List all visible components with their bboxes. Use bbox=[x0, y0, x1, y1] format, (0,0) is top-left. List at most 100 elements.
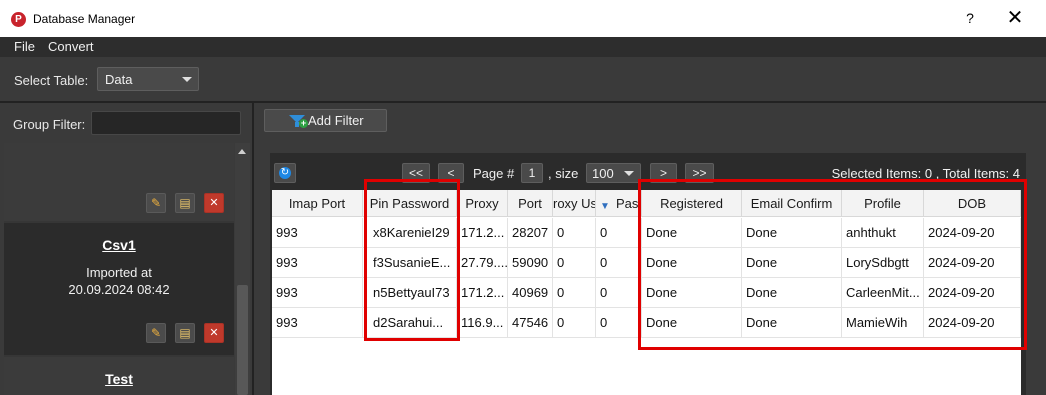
table-header: Imap Port Pin Password Proxy Port roxy U… bbox=[272, 190, 1021, 217]
table-cell[interactable]: anhthukt bbox=[842, 218, 924, 248]
last-page-button[interactable]: >> bbox=[685, 163, 714, 183]
column-header-label: Pas bbox=[616, 196, 639, 211]
table-cell[interactable]: 27.79.... bbox=[457, 248, 508, 278]
table-cell[interactable]: 993 bbox=[272, 218, 363, 248]
table-cell[interactable]: Done bbox=[742, 278, 842, 308]
group-name[interactable]: Csv1 bbox=[4, 237, 234, 253]
table-cell[interactable]: Done bbox=[642, 308, 742, 338]
refresh-icon: ↻ bbox=[279, 167, 291, 179]
sort-chevron-icon: ▼ bbox=[600, 201, 610, 212]
table-cell[interactable]: 40969 bbox=[508, 278, 553, 308]
table-area: ↻ << < Page # 1 , size 100 > >> Selected… bbox=[270, 153, 1026, 395]
group-import-date: 20.09.2024 08:42 bbox=[68, 282, 170, 297]
table-cell[interactable]: 0 bbox=[553, 248, 596, 278]
select-table-dropdown[interactable]: Data bbox=[97, 67, 199, 91]
refresh-button[interactable]: ↻ bbox=[274, 163, 296, 183]
prev-page-button[interactable]: < bbox=[438, 163, 464, 183]
table-row[interactable]: 993 x8KarenieI29 171.2... 28207 0 0 Done… bbox=[272, 218, 1021, 248]
column-header[interactable]: Proxy bbox=[457, 190, 508, 217]
table-cell[interactable]: 59090 bbox=[508, 248, 553, 278]
group-card-csv1[interactable]: Csv1 Imported at 20.09.2024 08:42 ✎ ▤ ✕ bbox=[4, 223, 234, 355]
next-page-button[interactable]: > bbox=[650, 163, 677, 183]
menu-bar: File Convert bbox=[0, 37, 1046, 57]
table-cell[interactable]: 2024-09-20 bbox=[924, 278, 1021, 308]
group-filter-input[interactable] bbox=[91, 111, 241, 135]
group-card-test[interactable]: Test bbox=[4, 357, 234, 395]
table-cell[interactable]: f3SusanieE... bbox=[363, 248, 457, 278]
column-header[interactable]: Registered bbox=[642, 190, 742, 217]
column-header[interactable]: Email Confirm bbox=[742, 190, 842, 217]
add-filter-button[interactable]: + Add Filter bbox=[264, 109, 387, 132]
table-cell[interactable]: 171.2... bbox=[457, 218, 508, 248]
table-cell[interactable]: 0 bbox=[596, 308, 642, 338]
table-cell[interactable]: 0 bbox=[596, 218, 642, 248]
clipboard-icon[interactable]: ▤ bbox=[175, 193, 195, 213]
column-header[interactable]: Port bbox=[508, 190, 553, 217]
menu-file[interactable]: File bbox=[14, 39, 35, 54]
column-header[interactable]: Pin Password bbox=[363, 190, 457, 217]
table-cell[interactable]: 993 bbox=[272, 248, 363, 278]
table-cell[interactable]: d2Sarahui... bbox=[363, 308, 457, 338]
table-cell[interactable]: 116.9... bbox=[457, 308, 508, 338]
clipboard-icon[interactable]: ▤ bbox=[175, 323, 195, 343]
table-cell[interactable]: 0 bbox=[596, 248, 642, 278]
edit-icon[interactable]: ✎ bbox=[146, 323, 166, 343]
table-cell[interactable]: 2024-09-20 bbox=[924, 218, 1021, 248]
table-cell[interactable]: MamieWih bbox=[842, 308, 924, 338]
items-info: Selected Items: 0 , Total Items: 4 bbox=[831, 166, 1020, 181]
table-cell[interactable]: Done bbox=[742, 308, 842, 338]
column-header-sorted[interactable]: ▼ Pas bbox=[596, 190, 642, 217]
first-page-button[interactable]: << bbox=[402, 163, 430, 183]
table-cell[interactable]: 47546 bbox=[508, 308, 553, 338]
group-name[interactable]: Test bbox=[4, 371, 234, 387]
table-cell[interactable]: 993 bbox=[272, 278, 363, 308]
table-cell[interactable]: 0 bbox=[553, 278, 596, 308]
select-table-value: Data bbox=[105, 72, 133, 87]
table-cell[interactable]: CarleenMit... bbox=[842, 278, 924, 308]
table-cell[interactable]: Done bbox=[742, 248, 842, 278]
close-button[interactable]: ✕ bbox=[1004, 6, 1026, 30]
table-cell[interactable]: 0 bbox=[553, 218, 596, 248]
table-cell[interactable]: n5BettyauI73 bbox=[363, 278, 457, 308]
group-card-previous[interactable]: ✎ ▤ ✕ bbox=[4, 143, 234, 221]
table-cell[interactable]: LorySdbgtt bbox=[842, 248, 924, 278]
group-list: ✎ ▤ ✕ Csv1 Imported at 20.09.2024 08:42 … bbox=[4, 143, 234, 395]
table-cell[interactable]: 0 bbox=[553, 308, 596, 338]
column-header[interactable]: Imap Port bbox=[272, 190, 363, 217]
table-row[interactable]: 993 d2Sarahui... 116.9... 47546 0 0 Done… bbox=[272, 308, 1021, 338]
table-row[interactable]: 993 n5BettyauI73 171.2... 40969 0 0 Done… bbox=[272, 278, 1021, 308]
group-panel: Group Filter: ✎ ▤ ✕ Csv1 Imported at 20.… bbox=[0, 103, 252, 395]
toolbar: Select Table: Data bbox=[0, 57, 1046, 101]
table-cell[interactable]: Done bbox=[642, 218, 742, 248]
scroll-up-icon[interactable] bbox=[238, 149, 246, 154]
table-cell[interactable]: 0 bbox=[596, 278, 642, 308]
title-bar: P Database Manager ? ✕ bbox=[0, 0, 1046, 37]
table-cell[interactable]: 2024-09-20 bbox=[924, 248, 1021, 278]
page-size-dropdown[interactable]: 100 bbox=[586, 163, 641, 183]
table-cell[interactable]: 993 bbox=[272, 308, 363, 338]
size-label: , size bbox=[548, 166, 579, 181]
edit-icon[interactable]: ✎ bbox=[146, 193, 166, 213]
table-cell[interactable]: Done bbox=[642, 248, 742, 278]
select-table-label: Select Table: bbox=[14, 73, 89, 88]
group-list-scrollbar[interactable] bbox=[235, 143, 250, 395]
help-button[interactable]: ? bbox=[962, 10, 978, 26]
table-cell[interactable]: 28207 bbox=[508, 218, 553, 248]
scroll-thumb[interactable] bbox=[237, 285, 248, 395]
menu-convert[interactable]: Convert bbox=[48, 39, 94, 54]
delete-icon[interactable]: ✕ bbox=[204, 193, 224, 213]
column-header[interactable]: DOB bbox=[924, 190, 1021, 217]
delete-icon[interactable]: ✕ bbox=[204, 323, 224, 343]
table-cell[interactable]: Done bbox=[642, 278, 742, 308]
page-number-input[interactable]: 1 bbox=[521, 163, 543, 183]
table-cell[interactable]: 171.2... bbox=[457, 278, 508, 308]
pinterest-icon: P bbox=[11, 12, 26, 27]
data-table: Imap Port Pin Password Proxy Port roxy U… bbox=[272, 190, 1021, 395]
table-row[interactable]: 993 f3SusanieE... 27.79.... 59090 0 0 Do… bbox=[272, 248, 1021, 278]
table-cell[interactable]: x8KarenieI29 bbox=[363, 218, 457, 248]
table-cell[interactable]: 2024-09-20 bbox=[924, 308, 1021, 338]
column-header[interactable]: Profile bbox=[842, 190, 924, 217]
column-header[interactable]: roxy Us bbox=[553, 190, 596, 217]
table-cell[interactable]: Done bbox=[742, 218, 842, 248]
page-label: Page # bbox=[473, 166, 515, 181]
